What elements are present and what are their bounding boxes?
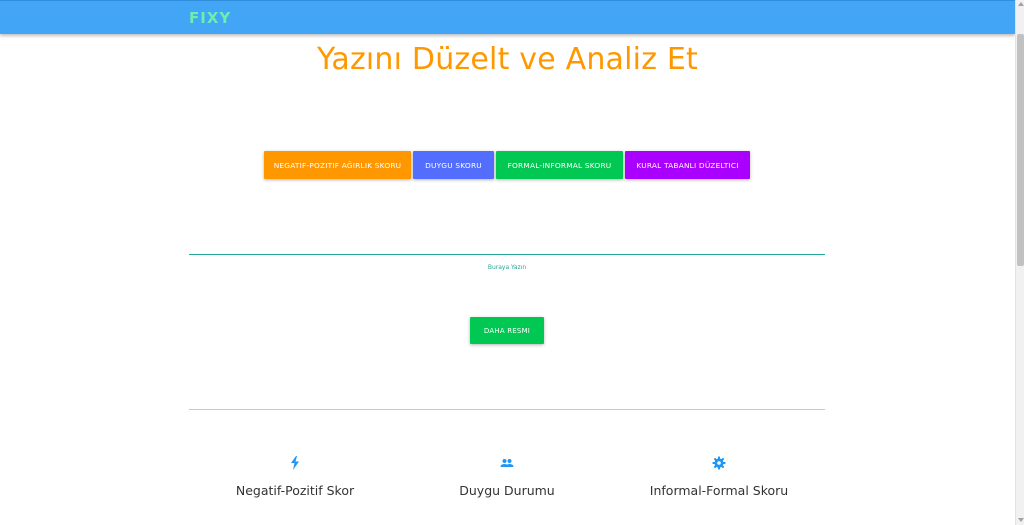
- scroll-up-arrow-icon[interactable]: [1018, 2, 1024, 6]
- feature-negative-positive: Negatif-Pozitif Skor: [189, 456, 401, 498]
- scroll-down-arrow-icon[interactable]: [1018, 518, 1024, 522]
- formal-informal-score-button[interactable]: FORMAL-INFORMAL SKORU: [496, 151, 623, 179]
- feature-informal-formal: Informal-Formal Skoru: [613, 456, 825, 498]
- navbar: FIXY: [0, 0, 1015, 34]
- more-formal-button[interactable]: DAHA RESMI: [470, 317, 544, 344]
- flash-icon: [189, 456, 401, 470]
- emotion-score-button[interactable]: DUYGU SKORU: [413, 151, 494, 179]
- people-icon: [401, 456, 613, 470]
- section-divider: [189, 409, 825, 410]
- negative-positive-score-button[interactable]: NEGATIF-POZITIF AĞIRLIK SKORU: [264, 151, 411, 179]
- gear-icon: [613, 456, 825, 470]
- feature-label: Informal-Formal Skoru: [649, 483, 789, 498]
- scrollbar[interactable]: [1015, 0, 1024, 525]
- text-input[interactable]: [189, 254, 825, 255]
- feature-label: Negatif-Pozitif Skor: [235, 483, 355, 498]
- page-title: Yazını Düzelt ve Analiz Et: [316, 42, 699, 77]
- page: FIXY Yazını Düzelt ve Analiz Et NEGATIF-…: [0, 0, 1024, 525]
- rule-based-corrector-button[interactable]: KURAL TABANLI DÜZELTICI: [625, 151, 750, 179]
- feature-label: Duygu Durumu: [459, 483, 555, 498]
- brand-logo[interactable]: FIXY: [189, 9, 231, 27]
- feature-emotion: Duygu Durumu: [401, 456, 613, 498]
- scrollbar-thumb[interactable]: [1017, 34, 1024, 266]
- text-input-label: Buraya Yazın: [487, 264, 527, 271]
